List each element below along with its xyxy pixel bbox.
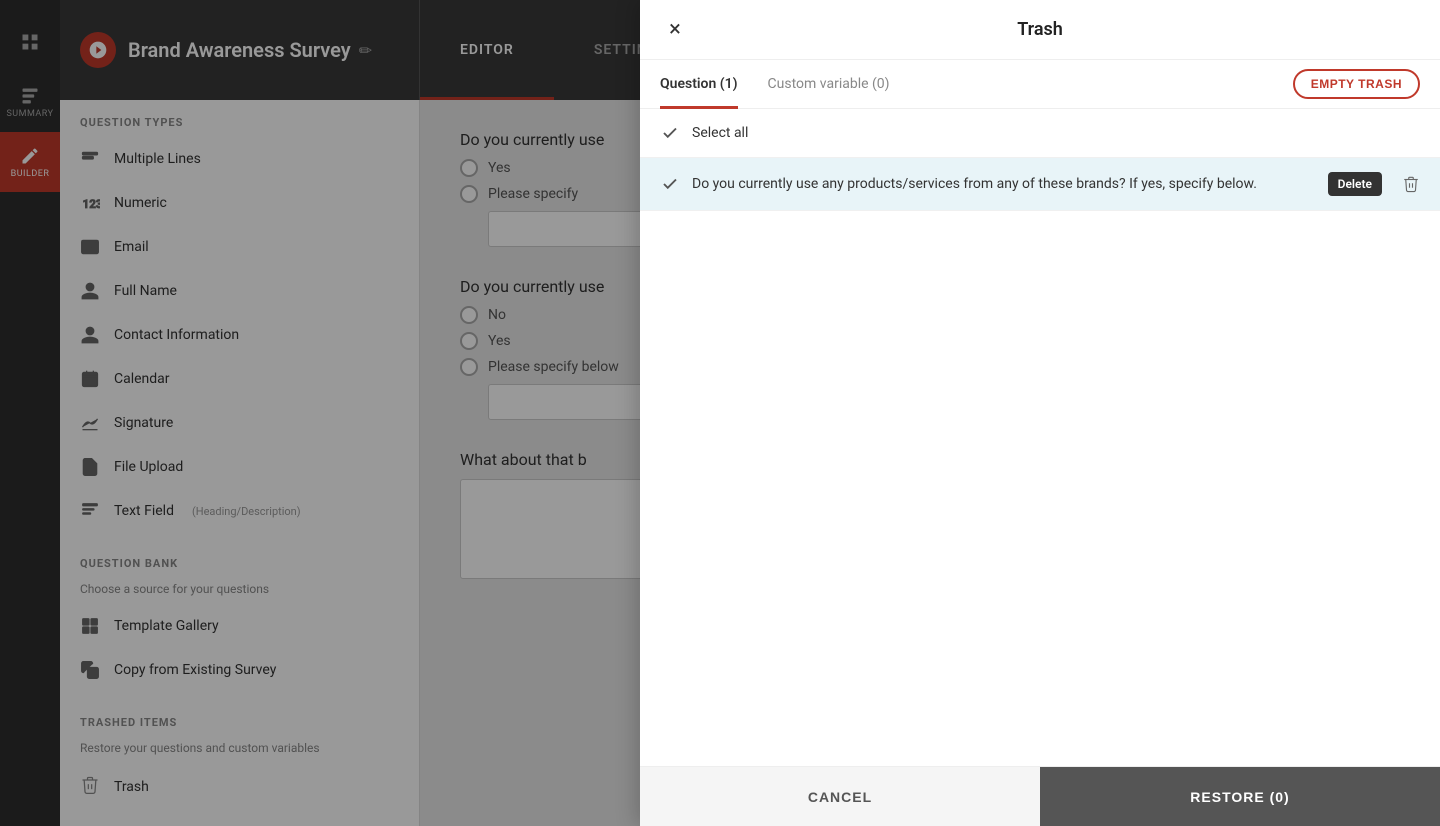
trash-list-item-0[interactable]: Do you currently use any products/servic…: [640, 158, 1440, 211]
modal-header: × Trash: [640, 0, 1440, 60]
delete-tooltip: Delete: [1328, 172, 1382, 196]
modal-tab-custom-variable[interactable]: Custom variable (0): [768, 60, 890, 108]
trash-item-check-icon: [660, 174, 680, 194]
restore-button[interactable]: RESTORE (0): [1040, 767, 1440, 826]
modal-tab-question[interactable]: Question (1): [660, 60, 738, 108]
select-all-row[interactable]: Select all: [640, 109, 1440, 158]
modal-body: Select all Do you currently use any prod…: [640, 109, 1440, 766]
select-all-check-icon: [660, 123, 680, 143]
modal-close-button[interactable]: ×: [660, 15, 690, 45]
delete-item-button-0[interactable]: [1402, 175, 1420, 193]
modal-title: Trash: [1017, 19, 1063, 40]
modal-tabs: Question (1) Custom variable (0) EMPTY T…: [640, 60, 1440, 109]
trash-item-text-0: Do you currently use any products/servic…: [692, 176, 1316, 192]
select-all-label: Select all: [692, 125, 748, 141]
trash-modal: × Trash Question (1) Custom variable (0)…: [640, 0, 1440, 826]
empty-trash-button[interactable]: EMPTY TRASH: [1293, 69, 1420, 99]
cancel-button[interactable]: CANCEL: [640, 767, 1040, 826]
modal-footer: CANCEL RESTORE (0): [640, 766, 1440, 826]
